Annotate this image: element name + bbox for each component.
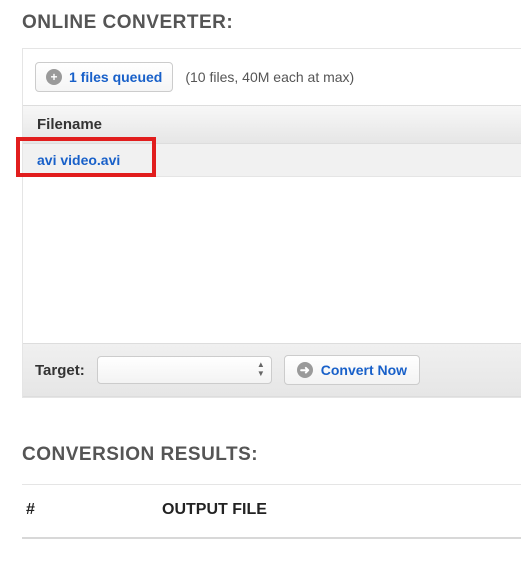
target-label: Target: [35,362,85,379]
arrow-right-icon: ➜ [297,362,313,378]
upload-limits-text: (10 files, 40M each at max) [185,69,354,85]
upload-bar: + 1 files queued (10 files, 40M each at … [23,49,521,105]
file-list-empty-area [23,177,521,343]
target-bar: Target: ▲▼ ➜ Convert Now [23,343,521,397]
chevron-updown-icon: ▲▼ [257,360,265,378]
results-section-title: CONVERSION RESULTS: [22,444,521,466]
converter-panel: + 1 files queued (10 files, 40M each at … [22,48,521,398]
files-queued-button[interactable]: + 1 files queued [35,62,173,92]
files-queued-label: 1 files queued [69,69,162,85]
convert-now-button[interactable]: ➜ Convert Now [284,355,420,385]
convert-now-label: Convert Now [321,362,407,378]
results-table-header: # OUTPUT FILE [22,485,521,539]
table-row: avi video.avi [23,144,521,177]
column-header-number: # [22,501,162,519]
converter-section-title: ONLINE CONVERTER: [22,12,521,34]
column-header-output-file: OUTPUT FILE [162,501,267,519]
target-format-select[interactable]: ▲▼ [97,356,272,384]
filename-column-header: Filename [23,105,521,144]
file-link[interactable]: avi video.avi [37,152,120,168]
plus-icon: + [46,69,62,85]
